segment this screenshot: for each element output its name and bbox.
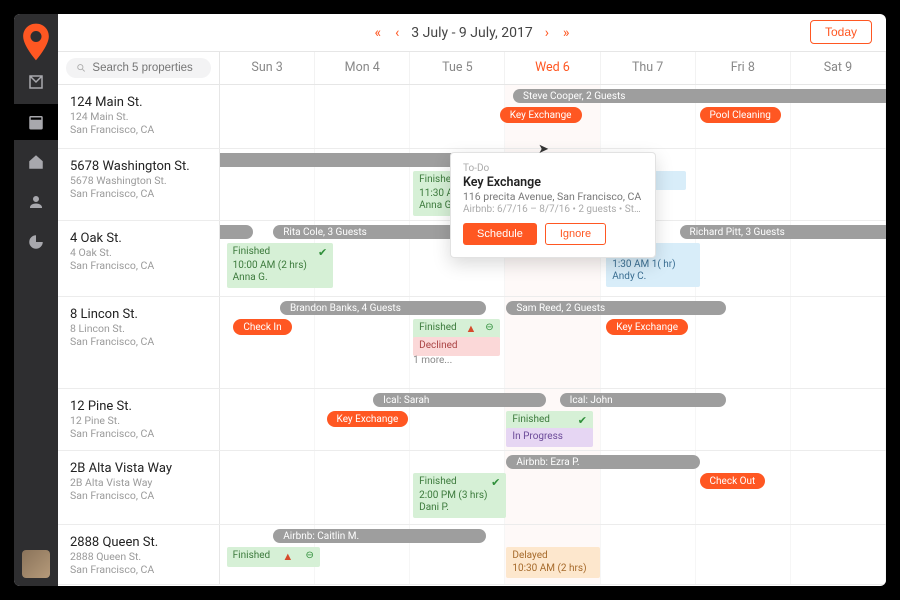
property-row: 124 Main St. 124 Main St. San Francisco,… xyxy=(58,85,886,149)
property-address: 8 Lincon St. xyxy=(70,322,207,335)
day-header: Wed 6 xyxy=(505,52,600,84)
day-header: Thu 7 xyxy=(601,52,696,84)
nav-properties[interactable] xyxy=(14,144,58,180)
day-header: Fri 8 xyxy=(696,52,791,84)
timeline: Airbnb: Caitlin M. Finished▲⊖ Delayed10:30… xyxy=(220,525,886,584)
property-search[interactable] xyxy=(66,58,211,78)
left-nav xyxy=(14,14,58,586)
property-row: 8 Lincon St. 8 Lincon St. San Francisco,… xyxy=(58,297,886,389)
timeline: Ical: SarahIcal: JohnKey ExchangeFinishe… xyxy=(220,389,886,450)
popup-kicker: To-Do xyxy=(463,163,643,174)
task-card[interactable]: Declined xyxy=(413,337,500,356)
day-header: Tue 5 xyxy=(410,52,505,84)
property-row: 2888 Queen St. 2888 Queen St. San Franci… xyxy=(58,525,886,585)
nav-people[interactable] xyxy=(14,184,58,220)
next-week-icon[interactable]: › xyxy=(543,23,551,43)
task-card[interactable]: Finished✔2:00 PM (3 hrs)Dani P. xyxy=(413,473,506,518)
user-avatar[interactable] xyxy=(22,550,50,578)
warning-icon: ▲ xyxy=(466,322,477,336)
booking-span[interactable]: Airbnb: Ezra P. xyxy=(506,455,699,469)
property-city: San Francisco, CA xyxy=(70,563,207,576)
property-city: San Francisco, CA xyxy=(70,489,207,502)
task-card[interactable]: Finished▲⊖ xyxy=(413,319,500,339)
property-row: 12 Pine St. 12 Pine St. San Francisco, C… xyxy=(58,389,886,451)
pool-cleaning-pill[interactable]: Pool Cleaning xyxy=(700,107,781,123)
check-in-pill[interactable]: Check In xyxy=(233,319,291,335)
booking-span[interactable]: Ical: John xyxy=(560,393,727,407)
property-name: 2B Alta Vista Way xyxy=(70,461,207,476)
property-city: San Francisco, CA xyxy=(70,187,207,200)
todo-popup: To-Do Key Exchange 116 precita Avenue, S… xyxy=(450,152,656,258)
booking-span[interactable]: Sam Reed, 2 Guests xyxy=(506,301,726,315)
property-name: 2888 Queen St. xyxy=(70,535,207,550)
booking-span[interactable]: Brandon Banks, 4 Guests xyxy=(280,301,486,315)
timeline: Brandon Banks, 4 Guests Sam Reed, 2 Guest… xyxy=(220,297,886,388)
popup-meta: Airbnb: 6/7/16 – 8/7/16 • 2 guests • Ste… xyxy=(463,204,643,215)
property-name: 124 Main St. xyxy=(70,95,207,110)
task-card[interactable]: Delayed10:30 AM (2 hrs) xyxy=(506,547,599,578)
task-card[interactable]: Finished✔10:00 AM (2 hrs)Anna G. xyxy=(227,243,334,288)
property-row: 2B Alta Vista Way 2B Alta Vista Way San … xyxy=(58,451,886,525)
topbar: « ‹ 3 July - 9 July, 2017 › » Today xyxy=(58,14,886,52)
property-address: 12 Pine St. xyxy=(70,414,207,427)
property-address: 5678 Washington St. xyxy=(70,174,207,187)
property-city: San Francisco, CA xyxy=(70,123,207,136)
more-tasks-link[interactable]: 1 more... xyxy=(413,355,452,366)
booking-span[interactable] xyxy=(220,225,253,239)
timeline: Steve Cooper, 2 Guests Key Exchange Pool C… xyxy=(220,85,886,148)
search-icon xyxy=(76,62,86,74)
task-card[interactable]: In Progress xyxy=(506,428,593,447)
day-header: Sun 3 xyxy=(220,52,315,84)
check-icon: ✔ xyxy=(318,246,327,260)
check-out-pill[interactable]: Check Out xyxy=(700,473,766,489)
warning-icon: ▲ xyxy=(282,550,293,564)
property-address: 2B Alta Vista Way xyxy=(70,476,207,489)
next-week-double-icon[interactable]: » xyxy=(561,23,572,43)
property-address: 4 Oak St. xyxy=(70,246,207,259)
task-card[interactable]: Finished▲⊖ xyxy=(227,547,320,567)
schedule-button[interactable]: Schedule xyxy=(463,223,537,245)
key-exchange-pill-2[interactable]: Key Exchange xyxy=(606,319,688,335)
ignore-button[interactable]: Ignore xyxy=(545,223,606,245)
property-city: San Francisco, CA xyxy=(70,259,207,272)
nav-inbox[interactable] xyxy=(14,64,58,100)
search-input[interactable] xyxy=(92,62,201,74)
day-header: Sat 9 xyxy=(791,52,886,84)
nav-reports[interactable] xyxy=(14,224,58,260)
property-city: San Francisco, CA xyxy=(70,427,207,440)
booking-span[interactable]: Steve Cooper, 2 Guests xyxy=(513,89,886,103)
check-icon: ✔ xyxy=(578,414,587,428)
popup-subtitle: 116 precita Avenue, San Francisco, CA xyxy=(463,190,643,203)
nav-logo[interactable] xyxy=(14,24,58,60)
property-city: San Francisco, CA xyxy=(70,335,207,348)
today-button[interactable]: Today xyxy=(810,20,872,44)
property-address: 124 Main St. xyxy=(70,110,207,123)
date-range: 3 July - 9 July, 2017 xyxy=(411,25,532,41)
day-header: Mon 4 xyxy=(315,52,410,84)
booking-span[interactable]: Airbnb: Caitlin M. xyxy=(273,529,486,543)
booking-span[interactable]: Ical: Sarah xyxy=(373,393,546,407)
property-name: 12 Pine St. xyxy=(70,399,207,414)
check-icon: ✔ xyxy=(491,476,500,490)
property-name: 5678 Washington St. xyxy=(70,159,207,174)
property-name: 8 Lincon St. xyxy=(70,307,207,322)
timeline: Airbnb: Ezra P.Check Out Finished✔2:00 PM… xyxy=(220,451,886,524)
property-address: 2888 Queen St. xyxy=(70,550,207,563)
booking-span[interactable]: Richard Pitt, 3 Guests xyxy=(680,225,886,239)
key-exchange-pill[interactable]: Key Exchange xyxy=(500,107,582,123)
property-name: 4 Oak St. xyxy=(70,231,207,246)
popup-title: Key Exchange xyxy=(463,175,643,190)
key-exchange-pill-3[interactable]: Key Exchange xyxy=(327,411,409,427)
nav-calendar[interactable] xyxy=(14,104,58,140)
prev-week-icon[interactable]: ‹ xyxy=(393,23,401,43)
prev-week-double-icon[interactable]: « xyxy=(373,23,384,43)
